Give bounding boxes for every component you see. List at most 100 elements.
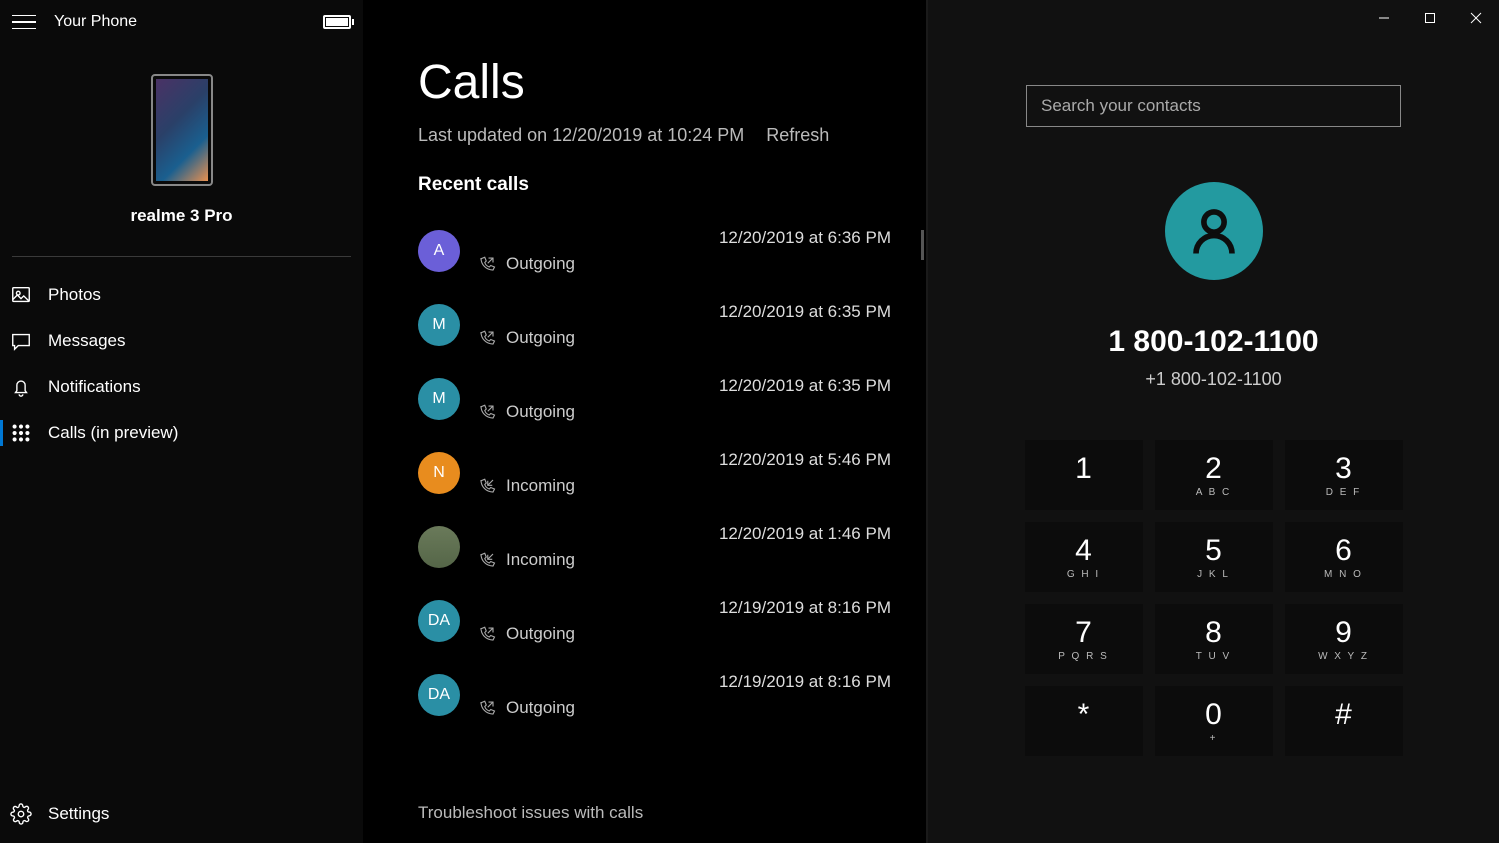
call-direction-label: Outgoing <box>506 624 575 644</box>
scrollbar-thumb[interactable] <box>921 230 924 260</box>
minimize-button[interactable] <box>1361 0 1407 36</box>
contact-avatar-initial: DA <box>418 674 460 716</box>
key-digit: 8 <box>1205 618 1222 648</box>
call-time: 12/20/2019 at 6:35 PM <box>478 302 891 322</box>
troubleshoot-link[interactable]: Troubleshoot issues with calls <box>418 783 891 843</box>
key-letters: D E F <box>1326 487 1362 497</box>
call-meta: 12/20/2019 at 1:46 PM Incoming <box>478 524 891 570</box>
call-direction-label: Incoming <box>506 550 575 570</box>
settings-label: Settings <box>48 804 109 824</box>
key-digit: 9 <box>1335 618 1352 648</box>
key-letters: J K L <box>1197 569 1230 579</box>
key-letters: + <box>1210 733 1218 743</box>
call-meta: 12/19/2019 at 8:16 PM Outgoing <box>478 672 891 718</box>
key-digit: 6 <box>1335 536 1352 566</box>
key-digit: 2 <box>1205 454 1222 484</box>
search-contacts-input[interactable] <box>1026 85 1401 127</box>
gear-icon <box>10 803 32 825</box>
outgoing-call-icon <box>478 625 496 643</box>
settings-button[interactable]: Settings <box>0 789 363 843</box>
refresh-link[interactable]: Refresh <box>766 125 829 146</box>
call-item[interactable]: M 12/20/2019 at 6:35 PM Outgoing <box>418 362 891 436</box>
maximize-button[interactable] <box>1407 0 1453 36</box>
dialpad: 12A B C 3 D E F 4 G H I 5 J K L 6 M N O 7 P Q R S 8… <box>1025 440 1403 756</box>
dialpad-key-8[interactable]: 8 T U V <box>1155 604 1273 674</box>
sidebar: Your Phone realme 3 Pro Photos Messages No… <box>0 0 363 843</box>
last-updated-text: Last updated on 12/20/2019 at 10:24 PM <box>418 125 744 146</box>
key-digit: * <box>1078 700 1090 730</box>
call-item[interactable]: A 12/20/2019 at 6:36 PM Outgoing <box>418 214 891 288</box>
nav-label: Calls (in preview) <box>48 423 178 443</box>
call-direction-label: Outgoing <box>506 698 575 718</box>
dialpad-key-#[interactable]: # <box>1285 686 1403 756</box>
dialpad-key-2[interactable]: 2A B C <box>1155 440 1273 510</box>
dialpad-key-4[interactable]: 4 G H I <box>1025 522 1143 592</box>
call-direction: Outgoing <box>478 328 891 348</box>
dialpad-key-9[interactable]: 9 W X Y Z <box>1285 604 1403 674</box>
call-direction: Outgoing <box>478 402 891 422</box>
contact-avatar-initial: N <box>418 452 460 494</box>
key-letters: W X Y Z <box>1318 651 1369 661</box>
key-digit: 4 <box>1075 536 1092 566</box>
contact-avatar-initial: M <box>418 304 460 346</box>
call-time: 12/20/2019 at 6:36 PM <box>478 228 891 248</box>
nav-item-messages[interactable]: Messages <box>0 318 363 364</box>
dialpad-key-*[interactable]: * <box>1025 686 1143 756</box>
contact-avatar-initial: A <box>418 230 460 272</box>
call-item[interactable]: N 12/20/2019 at 5:46 PM Incoming <box>418 436 891 510</box>
nav-item-notifications[interactable]: Notifications <box>0 364 363 410</box>
call-direction-label: Outgoing <box>506 254 575 274</box>
call-direction: Incoming <box>478 550 891 570</box>
call-time: 12/20/2019 at 1:46 PM <box>478 524 891 544</box>
divider <box>12 256 351 257</box>
key-digit: 3 <box>1335 454 1352 484</box>
call-meta: 12/19/2019 at 8:16 PM Outgoing <box>478 598 891 644</box>
call-item[interactable]: 12/20/2019 at 1:46 PM Incoming <box>418 510 891 584</box>
nav-item-photos[interactable]: Photos <box>0 272 363 318</box>
outgoing-call-icon <box>478 255 496 273</box>
dialpad-key-7[interactable]: 7 P Q R S <box>1025 604 1143 674</box>
dialpad-key-1[interactable]: 1 <box>1025 440 1143 510</box>
last-updated-row: Last updated on 12/20/2019 at 10:24 PM R… <box>418 125 891 146</box>
key-letters: M N O <box>1324 569 1363 579</box>
dialpad-key-3[interactable]: 3 D E F <box>1285 440 1403 510</box>
nav-label: Photos <box>48 285 101 305</box>
call-direction-label: Outgoing <box>506 328 575 348</box>
call-time: 12/20/2019 at 5:46 PM <box>478 450 891 470</box>
window-controls <box>1361 0 1499 36</box>
outgoing-call-icon <box>478 403 496 421</box>
close-button[interactable] <box>1453 0 1499 36</box>
incoming-call-icon <box>478 477 496 495</box>
call-meta: 12/20/2019 at 6:35 PM Outgoing <box>478 376 891 422</box>
dialpad-key-5[interactable]: 5 J K L <box>1155 522 1273 592</box>
nav-item-calls[interactable]: Calls (in preview) <box>0 410 363 456</box>
page-title: Calls <box>418 55 891 110</box>
dialpad-key-0[interactable]: 0+ <box>1155 686 1273 756</box>
call-direction-label: Incoming <box>506 476 575 496</box>
call-item[interactable]: M 12/20/2019 at 6:35 PM Outgoing <box>418 288 891 362</box>
call-meta: 12/20/2019 at 5:46 PM Incoming <box>478 450 891 496</box>
call-direction: Outgoing <box>478 624 891 644</box>
call-direction: Outgoing <box>478 698 891 718</box>
hamburger-menu-icon[interactable] <box>12 10 36 34</box>
dialpad-key-6[interactable]: 6 M N O <box>1285 522 1403 592</box>
key-letters: P Q R S <box>1058 651 1109 661</box>
dialer-panel: 1 800-102-1100 +1 800-102-1100 12A B C3D… <box>928 0 1499 843</box>
contact-avatar-photo <box>418 526 460 568</box>
key-letters: G H I <box>1067 569 1100 579</box>
key-digit: 7 <box>1075 618 1092 648</box>
key-digit: 5 <box>1205 536 1222 566</box>
call-item[interactable]: DA 12/19/2019 at 8:16 PM Outgoing <box>418 658 891 732</box>
call-time: 12/20/2019 at 6:35 PM <box>478 376 891 396</box>
key-letters: T U V <box>1196 651 1231 661</box>
call-direction: Outgoing <box>478 254 891 274</box>
app-title: Your Phone <box>54 13 137 31</box>
nav-label: Notifications <box>48 377 141 397</box>
notifications-icon <box>10 376 32 398</box>
device-name: realme 3 Pro <box>130 206 232 226</box>
contact-avatar <box>1165 182 1263 280</box>
phone-frame-icon <box>151 74 213 186</box>
call-item[interactable]: DA 12/19/2019 at 8:16 PM Outgoing <box>418 584 891 658</box>
device-preview[interactable]: realme 3 Pro <box>0 44 363 241</box>
incoming-call-icon <box>478 551 496 569</box>
